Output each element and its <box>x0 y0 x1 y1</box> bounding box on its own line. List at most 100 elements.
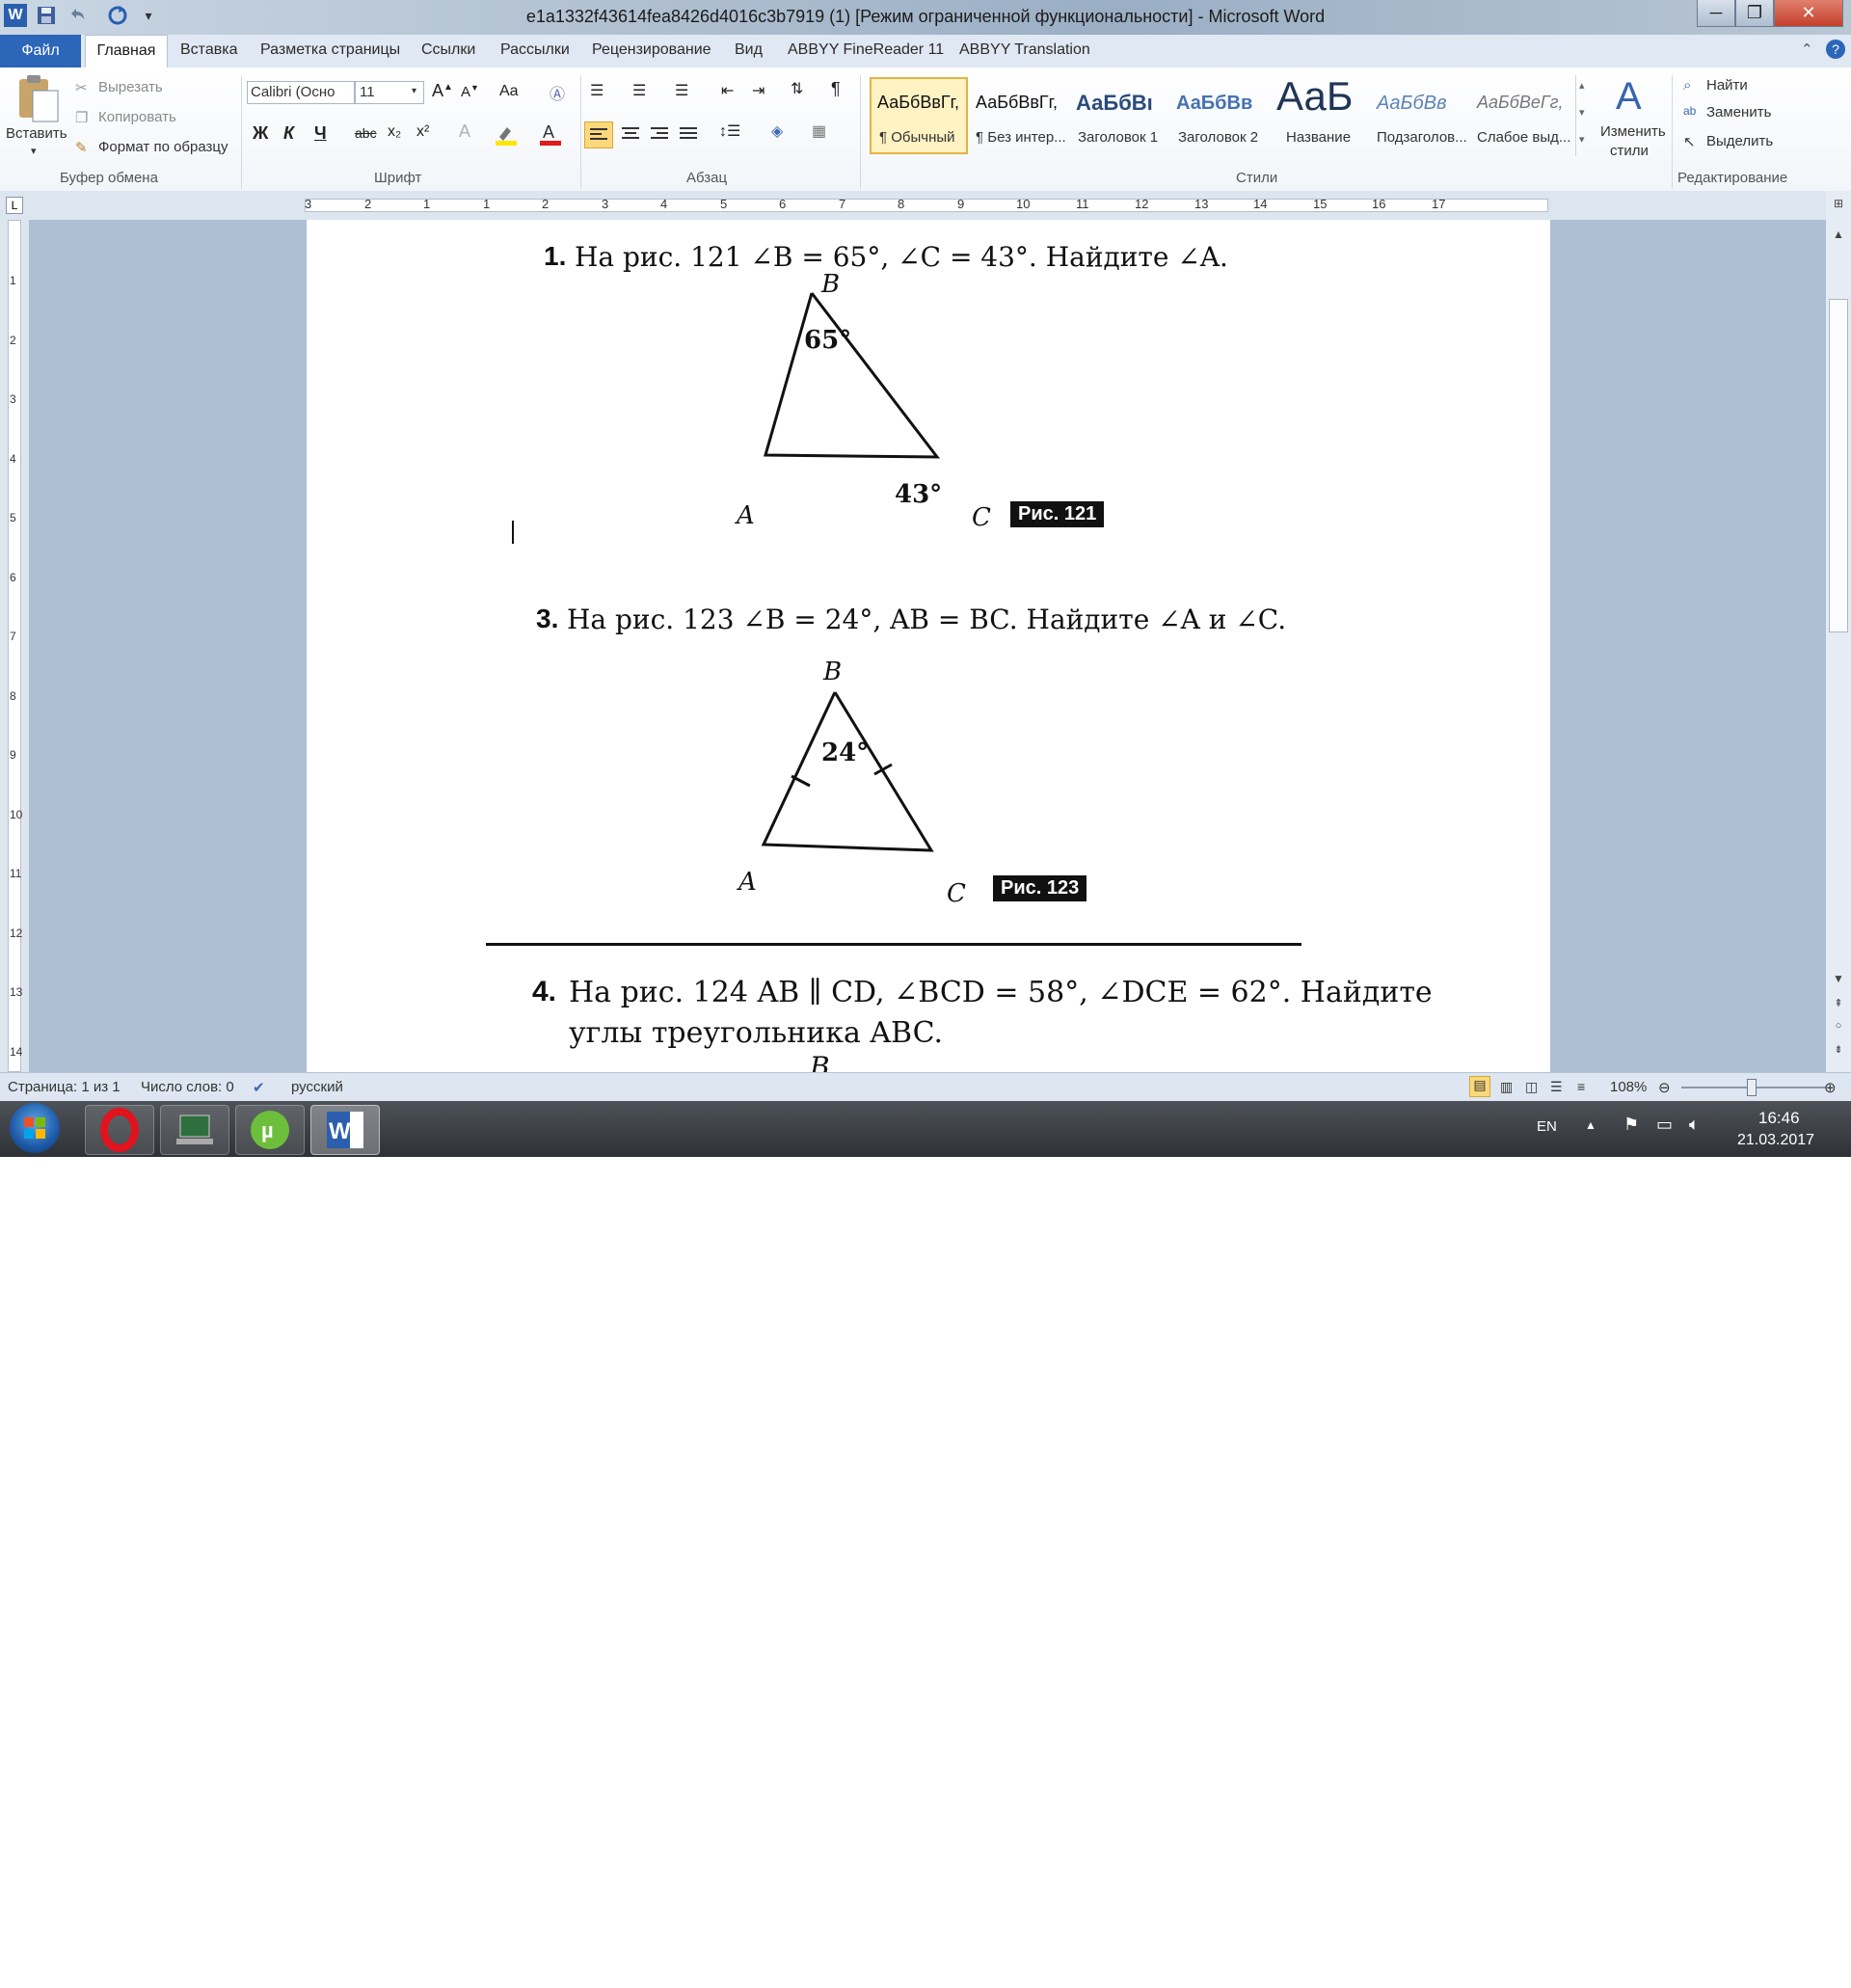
subscript-button[interactable]: x₂ <box>388 123 401 141</box>
style-title[interactable]: АаБ Название <box>1273 71 1369 154</box>
align-center-icon[interactable] <box>617 121 644 148</box>
cut-button[interactable]: Вырезать <box>98 79 163 95</box>
select-button[interactable]: Выделить <box>1706 133 1773 149</box>
borders-icon[interactable]: ▦ <box>812 121 826 141</box>
style-heading-2[interactable]: АаБбВв Заголовок 2 <box>1172 77 1269 154</box>
status-page[interactable]: Страница: 1 из 1 <box>8 1079 121 1095</box>
previous-page-icon[interactable]: ⇞ <box>1830 997 1847 1014</box>
bold-button[interactable]: Ж <box>253 123 268 144</box>
tab-page-layout[interactable]: Разметка страницы <box>260 41 400 59</box>
clock-time[interactable]: 16:46 <box>1758 1109 1800 1128</box>
strikethrough-button[interactable]: abc <box>355 125 377 141</box>
maximize-button[interactable]: ❐ <box>1735 0 1774 27</box>
utorrent-taskbar-item[interactable]: µ <box>235 1105 305 1155</box>
input-language[interactable]: EN <box>1537 1118 1557 1135</box>
increase-indent-icon[interactable]: ⇥ <box>752 81 765 100</box>
status-language[interactable]: русский <box>291 1079 343 1095</box>
zoom-in-icon[interactable]: ⊕ <box>1824 1079 1837 1096</box>
tab-home[interactable]: Главная <box>85 35 168 68</box>
paste-dropdown-icon[interactable]: ▾ <box>31 145 37 157</box>
decrease-indent-icon[interactable]: ⇤ <box>721 81 734 100</box>
cursor-icon[interactable]: ↖ <box>1683 133 1696 150</box>
shrink-font-icon[interactable]: A▼ <box>461 83 479 100</box>
align-right-icon[interactable] <box>646 121 673 148</box>
change-styles-button[interactable]: A Изменить стили <box>1600 75 1666 162</box>
line-spacing-icon[interactable]: ↕☰ <box>719 121 740 141</box>
style-heading-1[interactable]: АаБбВı Заголовок 1 <box>1072 77 1168 154</box>
format-painter-button[interactable]: Формат по образцу <box>98 139 228 155</box>
tab-insert[interactable]: Вставка <box>180 41 237 59</box>
browse-object-icon[interactable]: ○ <box>1830 1020 1847 1037</box>
tab-mailings[interactable]: Рассылки <box>500 41 570 59</box>
change-case-button[interactable]: Aa <box>499 83 519 100</box>
shading-icon[interactable]: ◈ <box>771 121 783 141</box>
tab-view[interactable]: Вид <box>735 41 763 59</box>
network-icon[interactable]: ▭ <box>1656 1115 1673 1135</box>
clear-formatting-icon[interactable]: Ⓐ <box>550 81 565 104</box>
scroll-down-icon[interactable]: ▼ <box>1830 972 1847 989</box>
document-page[interactable]: 1. На рис. 121 ∠B = 65°, ∠C = 43°. Найди… <box>307 220 1550 1072</box>
view-ruler-icon[interactable]: ⊞ <box>1830 197 1847 214</box>
draft-icon[interactable]: ≡ <box>1577 1079 1585 1094</box>
style-subtitle[interactable]: АаБбВв Подзаголов... <box>1373 77 1473 154</box>
zoom-level[interactable]: 108% <box>1610 1079 1647 1095</box>
find-button[interactable]: Найти <box>1706 77 1748 94</box>
tab-file[interactable]: Файл <box>0 35 81 67</box>
scroll-thumb[interactable] <box>1829 299 1848 632</box>
web-layout-icon[interactable]: ◫ <box>1525 1079 1538 1095</box>
replace-icon[interactable]: ab <box>1683 104 1696 118</box>
opera-taskbar-item[interactable] <box>85 1105 154 1155</box>
zoom-slider-thumb[interactable] <box>1747 1079 1757 1096</box>
styles-scroll[interactable]: ▴ ▾ ▾ <box>1575 75 1594 156</box>
binoculars-icon[interactable]: ⌕ <box>1683 77 1691 94</box>
style-subtle-emphasis[interactable]: АаБбВеГг, Слабое выд... <box>1475 77 1575 154</box>
multilevel-list-icon[interactable]: ☰ <box>675 81 688 100</box>
bullets-icon[interactable]: ☰ <box>590 81 604 100</box>
paste-button[interactable]: Вставить <box>6 125 67 142</box>
outline-icon[interactable]: ☰ <box>1550 1079 1563 1095</box>
next-page-icon[interactable]: ⇟ <box>1830 1043 1847 1061</box>
proofing-icon[interactable]: ✔ <box>253 1079 265 1096</box>
format-painter-icon[interactable]: ✎ <box>75 139 88 156</box>
font-name-select[interactable]: Calibri (Осно <box>247 81 355 104</box>
zoom-out-icon[interactable]: ⊖ <box>1658 1079 1671 1096</box>
tab-abbyy-translation[interactable]: ABBYY Translation <box>959 41 1090 59</box>
horizontal-ruler[interactable]: L 3 2 1 1 2 3 4 5 6 7 8 9 10 11 12 13 14 15 16 17 <box>0 191 1851 220</box>
replace-button[interactable]: Заменить <box>1706 104 1771 121</box>
style-no-spacing[interactable]: АаБбВвГг, ¶ Без интер... <box>970 77 1070 154</box>
numbering-icon[interactable]: ☰ <box>632 81 646 100</box>
vertical-ruler[interactable]: 1 2 3 4 5 6 7 8 9 10 11 12 13 14 <box>0 220 29 1072</box>
tab-references[interactable]: Ссылки <box>421 41 475 59</box>
computer-taskbar-item[interactable] <box>160 1105 229 1155</box>
style-normal[interactable]: АаБбВвГг, ¶ Обычный <box>870 77 968 154</box>
minimize-button[interactable]: ─ <box>1697 0 1735 27</box>
paste-icon[interactable] <box>12 73 62 125</box>
show-formatting-button[interactable]: ¶ <box>831 79 841 99</box>
start-button[interactable] <box>10 1103 60 1153</box>
close-button[interactable]: ✕ <box>1774 0 1843 27</box>
vertical-scrollbar[interactable]: ⊞ ▲ ▼ ⇞ ○ ⇟ <box>1826 191 1851 1072</box>
word-taskbar-item[interactable]: W <box>310 1105 380 1155</box>
font-color-icon[interactable]: A <box>538 121 563 147</box>
help-icon[interactable]: ? <box>1826 40 1845 59</box>
italic-button[interactable]: К <box>283 123 294 144</box>
minimize-ribbon-icon[interactable]: ⌃ <box>1801 40 1813 58</box>
tab-selector-icon[interactable]: L <box>6 197 23 214</box>
align-left-button[interactable] <box>584 121 613 148</box>
tab-abbyy-finereader[interactable]: ABBYY FineReader 11 <box>788 41 944 59</box>
highlight-color-icon[interactable] <box>494 123 519 147</box>
volume-icon[interactable]: 🔈︎ <box>1689 1115 1700 1135</box>
tab-review[interactable]: Рецензирование <box>592 41 711 59</box>
grow-font-icon[interactable]: A▲ <box>432 81 453 101</box>
status-word-count[interactable]: Число слов: 0 <box>141 1079 234 1095</box>
clock-date[interactable]: 21.03.2017 <box>1737 1132 1814 1149</box>
sort-icon[interactable]: ⇅ <box>791 79 803 98</box>
font-size-select[interactable]: 11 ▾ <box>355 81 424 104</box>
scissors-icon[interactable]: ✂ <box>75 79 88 96</box>
chevron-down-icon[interactable]: ▾ <box>1579 106 1585 119</box>
copy-button[interactable]: Копировать <box>98 109 176 125</box>
justify-icon[interactable] <box>675 121 702 148</box>
action-center-flag-icon[interactable]: ⚑ <box>1623 1115 1639 1135</box>
copy-icon[interactable]: ❐ <box>75 109 88 126</box>
scroll-up-icon[interactable]: ▲ <box>1830 228 1847 245</box>
